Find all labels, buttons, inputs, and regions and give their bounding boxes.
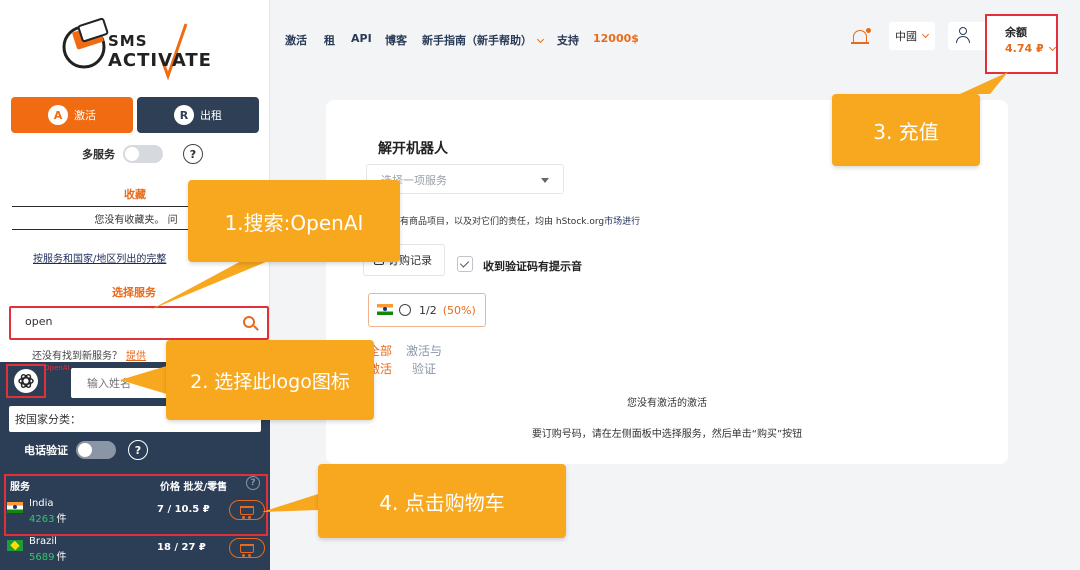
search-icon[interactable] (243, 316, 255, 328)
service-search-input[interactable] (25, 315, 225, 328)
rent-icon: R (174, 105, 194, 125)
sound-label: 收到验证码有提示音 (483, 260, 582, 273)
empty-description: 要订购号码，请在左侧面板中选择服务，然后单击“购买”按钮 (531, 429, 803, 440)
nav-blog[interactable]: 博客 (385, 32, 407, 48)
service-table-header: 服务 价格 批发/零售 ? (10, 476, 266, 493)
not-found-row: 还没有找到新服务？ 提供 (32, 347, 146, 362)
logo-line2: ACTIVATE (108, 50, 212, 71)
openai-small-icon (399, 304, 411, 316)
country-row-brazil[interactable]: Brazil 5689 件 18 / 27 ₽ (7, 534, 265, 564)
country-row-india[interactable]: India 4263 件 7 / 10.5 ₽ (7, 496, 265, 526)
callout-step2: 2. 选择此logo图标 (166, 340, 374, 420)
col-price: 价格 批发/零售 (160, 482, 228, 493)
balance-value: 4.74 ₽ (1005, 42, 1056, 55)
full-list-link[interactable]: 按服务和国家/地区列出的完整 (33, 250, 166, 265)
choose-service-title: 选择服务 (112, 286, 156, 299)
callout-step3: 3. 充值 (832, 94, 980, 166)
name-input[interactable] (71, 368, 171, 398)
suggest-service-link[interactable]: 提供 (126, 351, 146, 362)
language-select[interactable]: 中國 (889, 22, 935, 50)
activate-icon: A (48, 105, 68, 125)
phone-help-icon[interactable]: ? (128, 440, 148, 460)
brazil-flag-icon (7, 540, 23, 551)
cart-icon (240, 505, 254, 519)
chevron-down-icon (1048, 43, 1056, 52)
chevron-down-icon (536, 35, 545, 44)
nav-guide[interactable]: 新手指南（新手帮助） (422, 32, 545, 48)
col-service: 服务 (10, 482, 30, 493)
country-count: 5689 件 (29, 552, 67, 563)
active-number-chip[interactable]: 1/2 (50%) (368, 293, 486, 327)
callout-step1: 1.搜索:OpenAI (188, 180, 400, 262)
bell-icon[interactable] (851, 28, 871, 45)
country-price: 18 / 27 ₽ (157, 542, 206, 553)
cart-icon (240, 543, 254, 557)
callout-step4: 4. 点击购物车 (318, 464, 566, 538)
multi-service-label: 多服务 (82, 148, 115, 161)
empty-title: 您没有激活的激活 (627, 398, 707, 409)
market-note: 户的所有商品项目，以及对它们的责任，均由 hStock.org市场进行 (373, 217, 641, 227)
market-link[interactable]: 市场进行 (604, 217, 640, 227)
nav-support[interactable]: 支持 (557, 32, 579, 48)
chevron-down-icon (921, 30, 930, 38)
india-flag-icon (377, 304, 393, 315)
multi-service-row: 多服务 ? (82, 144, 203, 164)
language-value: 中國 (895, 30, 917, 43)
logo[interactable]: SMS ACTIVATE (60, 14, 220, 81)
nav-rent[interactable]: 租 (324, 32, 335, 48)
cart-button-brazil[interactable] (229, 538, 265, 558)
price-help-icon[interactable]: ? (246, 476, 260, 490)
phone-verify-label: 电话验证 (24, 444, 68, 457)
tab-activate-verify[interactable]: 激活与验证 (404, 342, 444, 378)
country-price: 7 / 10.5 ₽ (157, 504, 210, 515)
phone-verify-row: 电话验证 ? (24, 440, 148, 460)
balance-widget[interactable]: 余额 4.74 ₽ (985, 14, 1058, 74)
caret-down-icon (541, 178, 549, 183)
user-icon (956, 27, 970, 43)
india-flag-icon (7, 502, 23, 513)
top-nav: 激活 租 API 博客 新手指南（新手帮助） 支持 12000$ 中國 余额 4… (270, 0, 1080, 78)
rent-button[interactable]: R 出租 (137, 97, 259, 133)
service-search-box (9, 306, 269, 340)
openai-vertical-label: OpenAI (44, 364, 70, 372)
not-found-text: 还没有找到新服务？ (32, 351, 122, 362)
left-sidebar: SMS ACTIVATE A 激活 R 出租 多服务 ? 收藏 您没有收藏夹。 … (0, 0, 270, 570)
activate-button[interactable]: A 激活 (11, 97, 133, 133)
nav-activate[interactable]: 激活 (285, 32, 307, 48)
balance-label: 余额 (1005, 26, 1027, 39)
phone-verify-toggle[interactable] (76, 441, 116, 459)
sound-checkbox[interactable] (457, 256, 473, 272)
nav-api[interactable]: API (351, 32, 372, 45)
chip-text: 1/2 (50%) (419, 304, 476, 317)
nav-promo[interactable]: 12000$ (593, 32, 639, 45)
country-count: 4263 件 (29, 514, 67, 525)
user-menu[interactable] (948, 22, 990, 50)
page-title: 解开机器人 (378, 141, 448, 157)
multi-service-toggle[interactable] (123, 145, 163, 163)
openai-logo-icon (14, 369, 38, 393)
help-icon[interactable]: ? (183, 144, 203, 164)
openai-service-button[interactable] (6, 364, 46, 398)
rent-label: 出租 (200, 109, 222, 122)
cart-button-india[interactable] (229, 500, 265, 520)
logo-line1: SMS (108, 32, 148, 50)
activate-label: 激活 (74, 109, 96, 122)
country-name: Brazil (29, 536, 57, 547)
country-name: India (29, 498, 54, 509)
